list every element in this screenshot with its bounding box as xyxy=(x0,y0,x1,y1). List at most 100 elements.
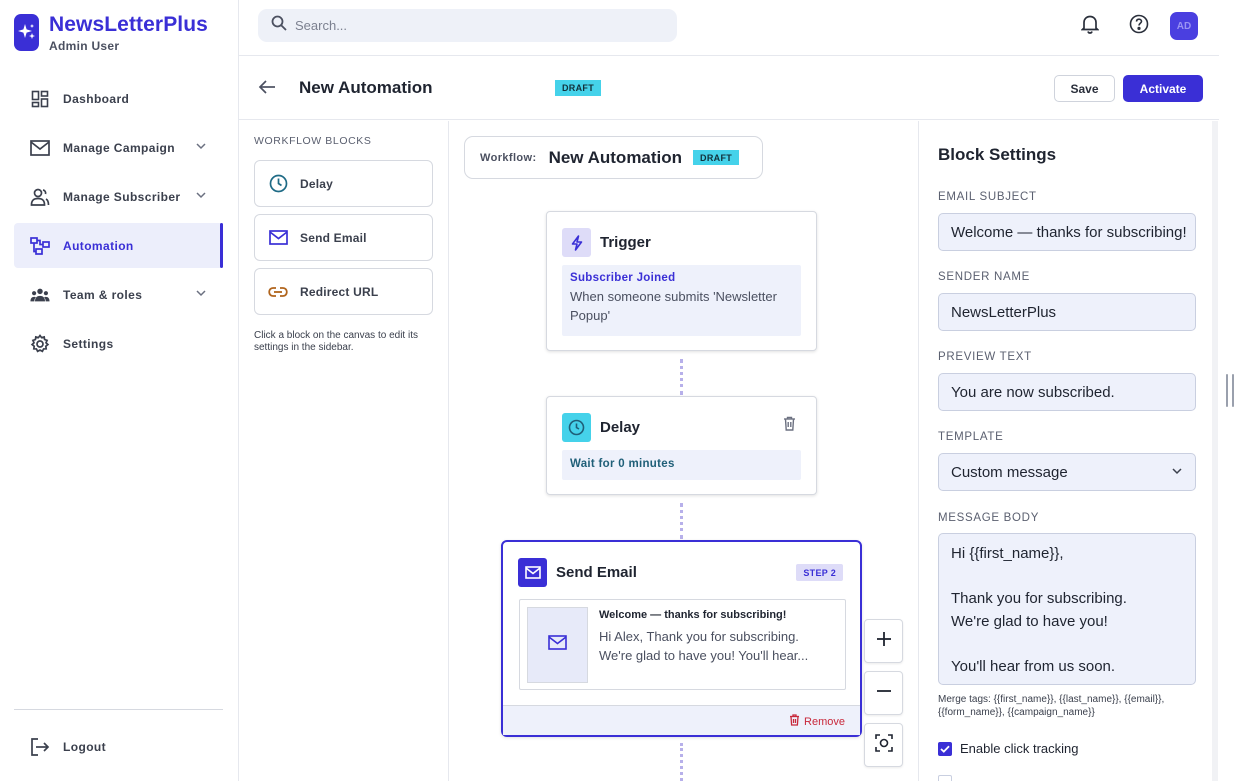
trash-icon xyxy=(789,714,800,729)
email-snippet-line: Hi Alex, Thank you for subscribing. xyxy=(599,629,799,644)
node-footer: Remove xyxy=(503,705,860,735)
message-line: Hi {{first_name}}, xyxy=(951,545,1064,562)
app-root: NewsLetterPlus Admin User Dashboard Mana… xyxy=(0,0,1247,781)
email-thumbnail xyxy=(527,607,588,683)
bolt-icon xyxy=(562,228,591,257)
node-header: Delay xyxy=(562,413,640,442)
page-title: New Automation xyxy=(299,78,433,97)
trigger-description: When someone submits 'Newsletter Popup' xyxy=(570,289,777,323)
email-preview: Welcome — thanks for subscribing! Hi Ale… xyxy=(519,599,846,690)
mail-icon xyxy=(30,138,50,158)
back-arrow-icon[interactable] xyxy=(256,76,278,98)
topbar: AD xyxy=(239,0,1219,56)
zoom-in-button[interactable] xyxy=(864,619,903,663)
nav-label: Manage Subscriber xyxy=(63,189,181,204)
block-label: Redirect URL xyxy=(300,284,379,299)
block-redirect-url[interactable]: Redirect URL xyxy=(254,268,433,315)
settings-scrollbar[interactable] xyxy=(1212,121,1218,781)
chevron-down-icon[interactable] xyxy=(195,189,207,204)
block-send-email[interactable]: Send Email xyxy=(254,214,433,261)
search-box[interactable] xyxy=(258,9,677,42)
panel-resize-handle[interactable] xyxy=(1226,374,1234,407)
clock-icon xyxy=(562,413,591,442)
delay-node[interactable]: Delay Wait for 0 minutes xyxy=(546,396,817,495)
main-nav: Dashboard Manage Campaign Manage Subscri… xyxy=(14,76,223,370)
node-header: Trigger xyxy=(562,228,651,257)
zoom-out-button[interactable] xyxy=(864,671,903,715)
email-subject-field[interactable]: Welcome — thanks for subscribing! xyxy=(938,213,1196,251)
brand-user: Admin User xyxy=(49,39,120,53)
step-badge: STEP 2 xyxy=(796,564,843,581)
block-delay[interactable]: Delay xyxy=(254,160,433,207)
gear-icon xyxy=(30,333,50,354)
search-input[interactable] xyxy=(295,18,655,33)
mail-icon xyxy=(518,558,547,587)
nav-item-dashboard[interactable]: Dashboard xyxy=(14,76,223,121)
checkbox-checked[interactable] xyxy=(938,741,952,756)
nav-label: Automation xyxy=(63,238,134,253)
link-icon xyxy=(268,282,288,302)
automation-icon xyxy=(30,236,50,256)
brand[interactable]: NewsLetterPlus Admin User xyxy=(14,13,208,53)
remove-label: Remove xyxy=(804,715,845,728)
brand-name: NewsLetterPlus xyxy=(49,13,208,36)
activate-button[interactable]: Activate xyxy=(1123,75,1203,102)
email-snippet-line: We're glad to have you! You'll hear... xyxy=(599,648,809,663)
node-title: Send Email xyxy=(556,564,637,581)
workflow-canvas[interactable]: Workflow: New Automation DRAFT Trigger S… xyxy=(450,121,916,781)
blocks-hint: Click a block on the canvas to edit its … xyxy=(254,330,418,353)
connector-line xyxy=(680,503,683,539)
email-subject-label: EMAIL SUBJECT xyxy=(938,191,1037,203)
sidebar-divider xyxy=(14,709,223,710)
logout-button[interactable]: Logout xyxy=(14,726,223,768)
clock-icon xyxy=(268,174,288,194)
fit-view-button[interactable] xyxy=(864,723,903,767)
plus-icon xyxy=(876,631,892,652)
blocks-title: WORKFLOW BLOCKS xyxy=(254,135,372,147)
preview-text-field[interactable]: You are now subscribed. xyxy=(938,373,1196,411)
bell-icon[interactable] xyxy=(1079,13,1101,35)
workflow-key: Workflow: xyxy=(480,151,537,164)
connector-line xyxy=(680,743,683,781)
nav-label: Team & roles xyxy=(63,287,143,302)
preview-text-label: PREVIEW TEXT xyxy=(938,351,1032,363)
remove-button[interactable]: Remove xyxy=(789,714,845,729)
checkbox-unchecked[interactable] xyxy=(938,775,952,781)
workflow-status-badge: DRAFT xyxy=(693,150,740,165)
nav-item-settings[interactable]: Settings xyxy=(14,321,223,366)
template-label: TEMPLATE xyxy=(938,431,1004,443)
workflow-blocks-panel: WORKFLOW BLOCKS Delay Send Email Redirec… xyxy=(239,121,449,781)
connector-line xyxy=(680,359,683,395)
nav-label: Dashboard xyxy=(63,91,130,106)
send-email-node[interactable]: Send Email STEP 2 Welcome — thanks for s… xyxy=(501,540,862,737)
help-icon[interactable] xyxy=(1128,13,1150,35)
workflow-name: New Automation xyxy=(548,147,683,167)
block-label: Send Email xyxy=(300,230,367,245)
delay-duration: Wait for 0 minutes xyxy=(570,458,675,470)
minus-icon xyxy=(876,683,892,704)
template-select[interactable]: Custom message xyxy=(938,453,1196,491)
sender-name-field[interactable]: NewsLetterPlus xyxy=(938,293,1196,331)
brand-logo-icon xyxy=(14,13,39,51)
nav-item-team-roles[interactable]: Team & roles xyxy=(14,272,223,317)
nav-item-manage-subscriber[interactable]: Manage Subscriber xyxy=(14,174,223,219)
click-tracking-toggle[interactable]: Enable click tracking xyxy=(938,741,1079,756)
chevron-down-icon[interactable] xyxy=(195,287,207,302)
avatar[interactable]: AD xyxy=(1170,12,1198,40)
sender-name-label: SENDER NAME xyxy=(938,271,1031,283)
chevron-down-icon[interactable] xyxy=(195,140,207,155)
node-title: Delay xyxy=(600,419,641,436)
trash-icon[interactable] xyxy=(783,416,796,436)
nav-item-automation[interactable]: Automation xyxy=(14,223,223,268)
node-header: Send Email xyxy=(518,558,637,587)
message-body-textarea[interactable]: Hi {{first_name}}, Thank you for subscri… xyxy=(938,533,1196,685)
block-settings-panel: Block Settings EMAIL SUBJECT Welcome — t… xyxy=(918,121,1218,781)
merge-tags-hint: Merge tags: {{first_name}}, {{last_name}… xyxy=(938,694,1165,718)
message-line xyxy=(951,633,1183,656)
trigger-node[interactable]: Trigger Subscriber Joined When someone s… xyxy=(546,211,817,351)
save-button[interactable]: Save xyxy=(1054,75,1115,102)
page-header: New Automation DRAFT Save Activate xyxy=(239,56,1219,120)
trigger-detail: Subscriber Joined When someone submits '… xyxy=(562,265,801,336)
nav-item-manage-campaign[interactable]: Manage Campaign xyxy=(14,125,223,170)
message-line: You'll hear from us soon. xyxy=(951,657,1116,675)
